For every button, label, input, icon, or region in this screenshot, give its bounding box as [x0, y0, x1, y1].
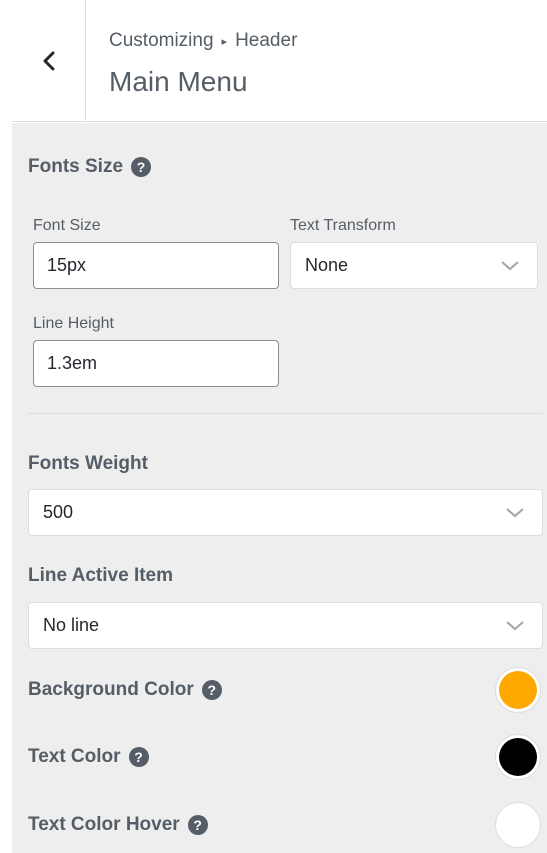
- background-color-label: Background Color: [28, 679, 194, 700]
- fonts-weight-select[interactable]: 500: [28, 489, 543, 536]
- fonts-size-title-text: Fonts Size: [28, 156, 124, 177]
- fonts-weight-value: 500: [43, 502, 74, 522]
- fonts-weight-title: Fonts Weight: [28, 453, 148, 475]
- font-size-value: 15px: [47, 255, 87, 275]
- text-transform-select[interactable]: None: [290, 242, 538, 289]
- chevron-down-icon: [506, 620, 524, 630]
- help-icon[interactable]: ?: [128, 747, 149, 767]
- help-icon[interactable]: ?: [131, 157, 152, 177]
- breadcrumb: Customizing ▸ Header: [109, 30, 297, 52]
- chevron-down-icon: [501, 260, 519, 270]
- text-color-label: Text Color: [28, 746, 121, 767]
- text-color-title: Text Color ?: [28, 746, 149, 768]
- breadcrumb-root: Customizing: [109, 30, 214, 51]
- line-active-title: Line Active Item: [28, 565, 173, 587]
- font-size-input[interactable]: 15px: [33, 242, 279, 289]
- help-icon[interactable]: ?: [187, 815, 208, 835]
- text-color-fill: [499, 738, 537, 776]
- fonts-weight-title-text: Fonts Weight: [28, 453, 148, 474]
- background-color-title: Background Color ?: [28, 679, 222, 701]
- help-icon[interactable]: ?: [201, 680, 222, 700]
- back-button[interactable]: [12, 0, 86, 122]
- page-title: Main Menu: [109, 66, 248, 97]
- breadcrumb-separator-icon: ▸: [221, 35, 228, 48]
- background-color-swatch[interactable]: [495, 667, 541, 713]
- chevron-down-icon: [506, 507, 524, 517]
- text-color-hover-title: Text Color Hover ?: [28, 814, 208, 836]
- section-divider: [28, 413, 543, 414]
- text-color-hover-swatch[interactable]: [495, 802, 541, 848]
- line-active-title-text: Line Active Item: [28, 565, 174, 586]
- customizer-header: Customizing ▸ Header Main Menu: [12, 0, 547, 122]
- text-color-swatch[interactable]: [495, 734, 541, 780]
- background-color-fill: [499, 671, 537, 709]
- line-height-value: 1.3em: [47, 353, 98, 373]
- text-color-hover-fill: [499, 806, 537, 844]
- line-active-value: No line: [43, 615, 100, 635]
- line-active-select[interactable]: No line: [28, 602, 543, 649]
- font-size-label: Font Size: [33, 217, 101, 234]
- chevron-left-icon: [43, 51, 54, 71]
- text-color-hover-label: Text Color Hover: [28, 814, 180, 835]
- settings-panel: Fonts Size ? Font Size 15px Text Transfo…: [12, 123, 547, 853]
- text-transform-label: Text Transform: [290, 217, 396, 234]
- text-transform-value: None: [305, 255, 349, 275]
- line-height-input[interactable]: 1.3em: [33, 340, 279, 387]
- fonts-size-title: Fonts Size ?: [28, 156, 152, 178]
- breadcrumb-current: Header: [235, 30, 298, 51]
- line-height-label: Line Height: [33, 315, 114, 332]
